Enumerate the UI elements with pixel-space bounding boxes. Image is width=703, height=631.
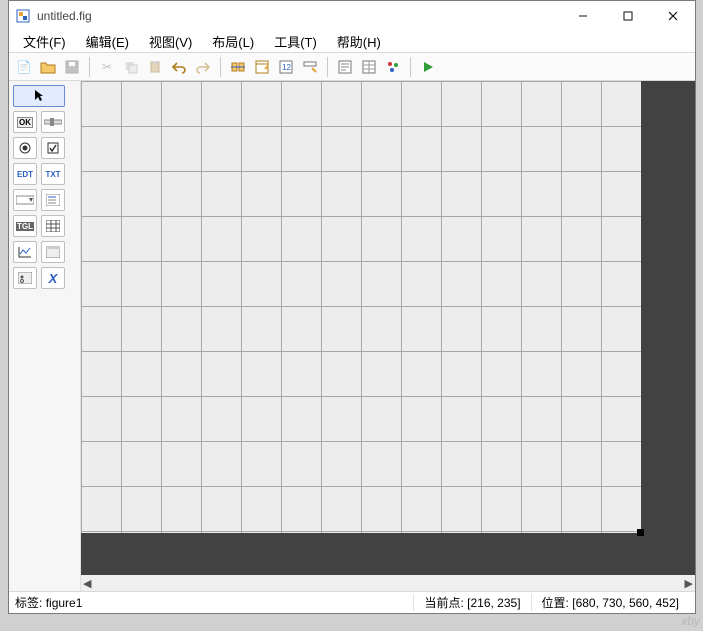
- copy-button[interactable]: [120, 56, 142, 78]
- status-pos-label: 位置:: [542, 596, 569, 610]
- guide-window: untitled.fig 文件(F) 编辑(E) 视图(V) 布局(L) 工具(…: [8, 0, 696, 614]
- open-button[interactable]: [37, 56, 59, 78]
- menubar: 文件(F) 编辑(E) 视图(V) 布局(L) 工具(T) 帮助(H): [9, 31, 695, 53]
- button-group-tool[interactable]: [13, 267, 37, 289]
- toolbar-editor-button[interactable]: [299, 56, 321, 78]
- design-stage[interactable]: [81, 81, 695, 575]
- static-text-tool[interactable]: TXT: [41, 163, 65, 185]
- status-tag: 标签: figure1: [15, 594, 413, 611]
- tab-order-editor-button[interactable]: 12: [275, 56, 297, 78]
- align-objects-button[interactable]: [227, 56, 249, 78]
- menu-help[interactable]: 帮助(H): [329, 31, 389, 52]
- redo-button[interactable]: [192, 56, 214, 78]
- select-tool[interactable]: [13, 85, 65, 107]
- menu-layout[interactable]: 布局(L): [204, 31, 262, 52]
- panel-tool[interactable]: [41, 241, 65, 263]
- close-button[interactable]: [650, 1, 695, 31]
- toolbar-separator: [89, 57, 90, 77]
- toolbar-separator: [327, 57, 328, 77]
- scroll-right-icon[interactable]: ▶: [685, 577, 693, 590]
- toggle-button-tool[interactable]: TGL: [13, 215, 37, 237]
- component-palette: OK EDT TXT TGL X: [9, 81, 81, 591]
- figure-panel[interactable]: [81, 81, 641, 533]
- table-tool[interactable]: [41, 215, 65, 237]
- menu-editor-button[interactable]: [251, 56, 273, 78]
- menu-tools[interactable]: 工具(T): [266, 31, 325, 52]
- status-pos-value: [680, 730, 560, 452]: [572, 596, 679, 610]
- object-browser-button[interactable]: [382, 56, 404, 78]
- save-button[interactable]: [61, 56, 83, 78]
- resize-handle-br[interactable]: [637, 529, 644, 536]
- axes-tool[interactable]: [13, 241, 37, 263]
- undo-button[interactable]: [168, 56, 190, 78]
- titlebar: untitled.fig: [9, 1, 695, 31]
- maximize-button[interactable]: [605, 1, 650, 31]
- slider-tool[interactable]: [41, 111, 65, 133]
- menu-file[interactable]: 文件(F): [15, 31, 74, 52]
- popup-menu-tool[interactable]: [13, 189, 37, 211]
- status-tag-value: figure1: [46, 596, 83, 610]
- watermark: xby: [681, 614, 700, 628]
- push-button-tool[interactable]: OK: [13, 111, 37, 133]
- m-file-editor-button[interactable]: [334, 56, 356, 78]
- radio-button-tool[interactable]: [13, 137, 37, 159]
- client-area: OK EDT TXT TGL X ◀ ▶: [9, 81, 695, 591]
- menu-view[interactable]: 视图(V): [141, 31, 200, 52]
- horizontal-scrollbar[interactable]: ◀ ▶: [81, 575, 695, 591]
- canvas-wrap: ◀ ▶: [81, 81, 695, 591]
- status-tag-label: 标签:: [15, 596, 42, 610]
- toolbar-separator: [220, 57, 221, 77]
- status-bar: 标签: figure1 当前点: [216, 235] 位置: [680, 73…: [9, 591, 695, 613]
- paste-button[interactable]: [144, 56, 166, 78]
- run-button[interactable]: [417, 56, 439, 78]
- window-title: untitled.fig: [37, 9, 560, 23]
- app-icon: [15, 8, 31, 24]
- menu-edit[interactable]: 编辑(E): [78, 31, 137, 52]
- status-position: 位置: [680, 730, 560, 452]: [531, 594, 689, 611]
- toolbar-separator: [410, 57, 411, 77]
- scroll-left-icon[interactable]: ◀: [83, 577, 91, 590]
- status-current-point: 当前点: [216, 235]: [413, 594, 530, 611]
- status-point-label: 当前点:: [424, 596, 463, 610]
- status-point-value: [216, 235]: [467, 596, 520, 610]
- checkbox-tool[interactable]: [41, 137, 65, 159]
- svg-text:12: 12: [282, 63, 291, 72]
- edit-text-tool[interactable]: EDT: [13, 163, 37, 185]
- toolbar: 📄 ✂ 12: [9, 53, 695, 81]
- cut-button[interactable]: ✂: [96, 56, 118, 78]
- new-button[interactable]: 📄: [13, 56, 35, 78]
- activex-tool[interactable]: X: [41, 267, 65, 289]
- minimize-button[interactable]: [560, 1, 605, 31]
- property-inspector-button[interactable]: [358, 56, 380, 78]
- listbox-tool[interactable]: [41, 189, 65, 211]
